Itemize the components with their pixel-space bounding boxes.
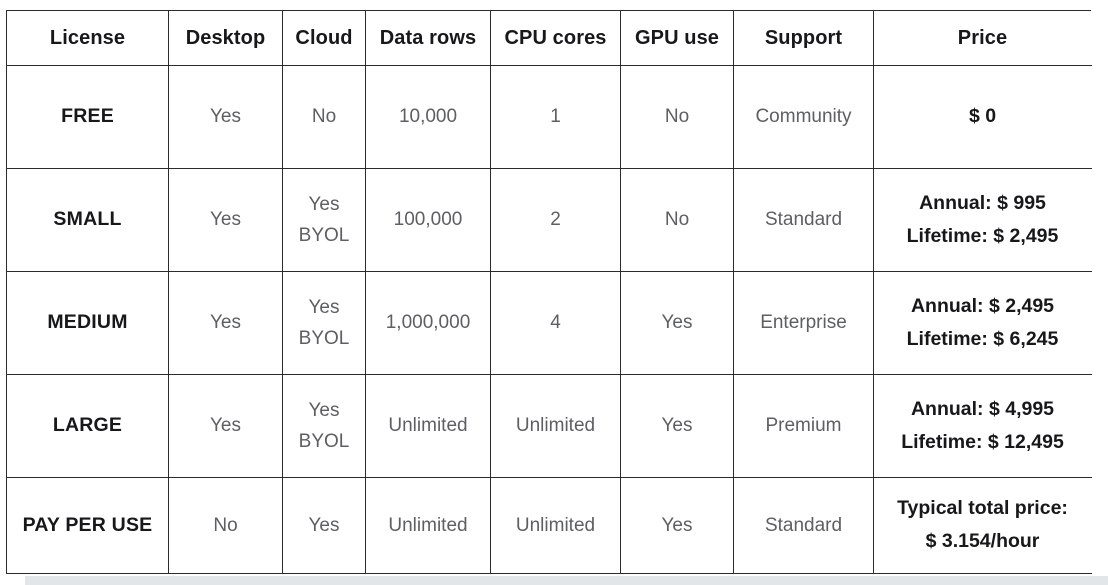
- cell-gpu-use: No: [620, 65, 734, 169]
- cell-support: Community: [733, 65, 874, 169]
- cell-price: $ 0: [873, 65, 1092, 169]
- cloud-value: Yes: [308, 399, 340, 421]
- cell-support: Enterprise: [733, 271, 874, 375]
- cell-license: PAY PER USE: [6, 477, 169, 574]
- cell-desktop: Yes: [168, 65, 283, 169]
- cell-cpu-cores: Unlimited: [490, 477, 621, 574]
- cell-data-rows: Unlimited: [365, 374, 491, 478]
- horizontal-scrollbar[interactable]: [25, 576, 1108, 585]
- cloud-value: Yes: [308, 296, 340, 318]
- cell-data-rows: Unlimited: [365, 477, 491, 574]
- price-primary: $ 0: [968, 105, 997, 128]
- table-row: LARGE Yes Yes BYOL Unlimited Unlimited Y…: [6, 374, 1092, 478]
- table-row: PAY PER USE No Yes Unlimited Unlimited Y…: [6, 477, 1092, 574]
- cell-cpu-cores: 2: [490, 168, 621, 272]
- cell-cloud: Yes BYOL: [282, 168, 366, 272]
- cell-price: Annual: $ 4,995 Lifetime: $ 12,495: [873, 374, 1092, 478]
- license-comparison-table: License Desktop Cloud Data rows CPU core…: [6, 10, 1092, 574]
- cell-cpu-cores: Unlimited: [490, 374, 621, 478]
- column-header-license: License: [6, 10, 169, 66]
- cell-gpu-use: Yes: [620, 271, 734, 375]
- price-secondary: $ 3.154/hour: [925, 530, 1040, 552]
- table-row: SMALL Yes Yes BYOL 100,000 2 No Standard…: [6, 168, 1092, 272]
- table-body: FREE Yes No 10,000 1 No Community $ 0 SM…: [6, 65, 1092, 574]
- price-primary: Typical total price:: [897, 497, 1068, 520]
- cell-cloud: Yes BYOL: [282, 374, 366, 478]
- cloud-byol-note: BYOL: [298, 431, 350, 452]
- cell-support: Premium: [733, 374, 874, 478]
- cell-license: MEDIUM: [6, 271, 169, 375]
- cell-license: SMALL: [6, 168, 169, 272]
- cell-cpu-cores: 1: [490, 65, 621, 169]
- cell-data-rows: 1,000,000: [365, 271, 491, 375]
- cloud-value: No: [311, 106, 337, 128]
- price-secondary: Lifetime: $ 6,245: [906, 327, 1059, 350]
- cloud-byol-note: BYOL: [298, 225, 350, 246]
- cell-license: FREE: [6, 65, 169, 169]
- price-primary: Annual: $ 2,495: [910, 294, 1055, 317]
- cell-price: Annual: $ 2,495 Lifetime: $ 6,245: [873, 271, 1092, 375]
- cell-cloud: Yes: [282, 477, 366, 574]
- cloud-value: Yes: [308, 514, 340, 536]
- table-header: License Desktop Cloud Data rows CPU core…: [6, 10, 1092, 66]
- table-header-row: License Desktop Cloud Data rows CPU core…: [6, 10, 1092, 66]
- price-secondary: Lifetime: $ 2,495: [906, 224, 1059, 247]
- cell-data-rows: 100,000: [365, 168, 491, 272]
- cell-desktop: Yes: [168, 168, 283, 272]
- cell-cloud: No: [282, 65, 366, 169]
- cell-cloud: Yes BYOL: [282, 271, 366, 375]
- cell-desktop: Yes: [168, 271, 283, 375]
- cloud-value: Yes: [308, 193, 340, 215]
- column-header-cloud: Cloud: [282, 10, 366, 66]
- cell-desktop: No: [168, 477, 283, 574]
- table-row: MEDIUM Yes Yes BYOL 1,000,000 4 Yes Ente…: [6, 271, 1092, 375]
- price-primary: Annual: $ 4,995: [910, 397, 1055, 420]
- table-row: FREE Yes No 10,000 1 No Community $ 0: [6, 65, 1092, 169]
- column-header-data-rows: Data rows: [365, 10, 491, 66]
- cell-license: LARGE: [6, 374, 169, 478]
- cell-cpu-cores: 4: [490, 271, 621, 375]
- cell-data-rows: 10,000: [365, 65, 491, 169]
- cell-support: Standard: [733, 477, 874, 574]
- cell-desktop: Yes: [168, 374, 283, 478]
- price-secondary: Lifetime: $ 12,495: [901, 430, 1064, 453]
- cell-price: Annual: $ 995 Lifetime: $ 2,495: [873, 168, 1092, 272]
- cell-price: Typical total price: $ 3.154/hour: [873, 477, 1092, 574]
- cell-gpu-use: Yes: [620, 477, 734, 574]
- price-primary: Annual: $ 995: [919, 191, 1046, 214]
- column-header-desktop: Desktop: [168, 10, 283, 66]
- license-comparison-table-container: License Desktop Cloud Data rows CPU core…: [6, 10, 1092, 574]
- cell-gpu-use: No: [620, 168, 734, 272]
- cell-gpu-use: Yes: [620, 374, 734, 478]
- cloud-byol-note: BYOL: [298, 328, 350, 349]
- column-header-price: Price: [873, 10, 1092, 66]
- cell-support: Standard: [733, 168, 874, 272]
- column-header-support: Support: [733, 10, 874, 66]
- column-header-gpu-use: GPU use: [620, 10, 734, 66]
- column-header-cpu-cores: CPU cores: [490, 10, 621, 66]
- horizontal-scrollbar-thumb[interactable]: [25, 576, 1108, 585]
